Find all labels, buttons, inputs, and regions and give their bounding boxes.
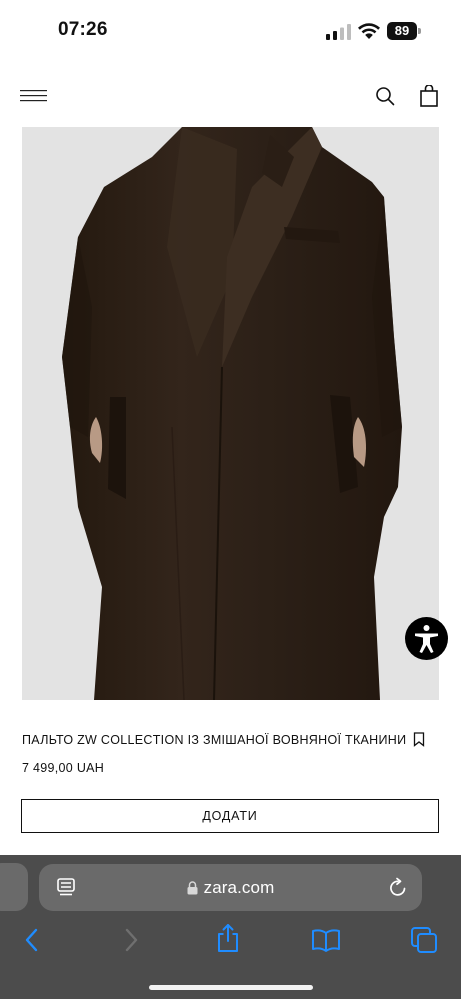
- forward-icon[interactable]: [121, 926, 141, 954]
- status-time: 07:26: [58, 19, 108, 40]
- tabs-icon[interactable]: [410, 926, 438, 954]
- search-icon[interactable]: [374, 85, 396, 107]
- product-price: 7 499,00 UAH: [22, 761, 105, 775]
- cellular-signal-icon: [326, 24, 351, 40]
- shopping-bag-icon[interactable]: [419, 85, 439, 107]
- product-name: ПАЛЬТО ZW COLLECTION ІЗ ЗМІШАНОЇ ВОВНЯНО…: [22, 733, 407, 747]
- battery-tip: [418, 28, 421, 34]
- status-bar: 07:26 89: [0, 0, 461, 62]
- coat-photo: [22, 127, 439, 700]
- address-bar[interactable]: zara.com: [39, 864, 422, 911]
- url-text: zara.com: [203, 877, 275, 897]
- bookmarks-icon[interactable]: [311, 926, 341, 954]
- wifi-icon: [358, 23, 380, 39]
- reload-icon[interactable]: [388, 877, 408, 898]
- accessibility-icon: [415, 625, 438, 653]
- home-indicator: [149, 985, 313, 990]
- battery-level: 89: [387, 22, 417, 40]
- lock-icon: [187, 880, 198, 894]
- add-to-cart-button[interactable]: ДОДАТИ: [21, 799, 439, 833]
- hamburger-menu-icon[interactable]: [20, 88, 48, 104]
- previous-tab-preview[interactable]: [0, 863, 28, 911]
- product-image[interactable]: [22, 127, 439, 700]
- share-icon[interactable]: [215, 923, 241, 953]
- url-display[interactable]: zara.com: [39, 864, 422, 911]
- battery-icon: 89: [387, 22, 421, 40]
- bookmark-icon[interactable]: [413, 732, 425, 747]
- accessibility-button[interactable]: [405, 617, 448, 660]
- back-icon[interactable]: [22, 926, 42, 954]
